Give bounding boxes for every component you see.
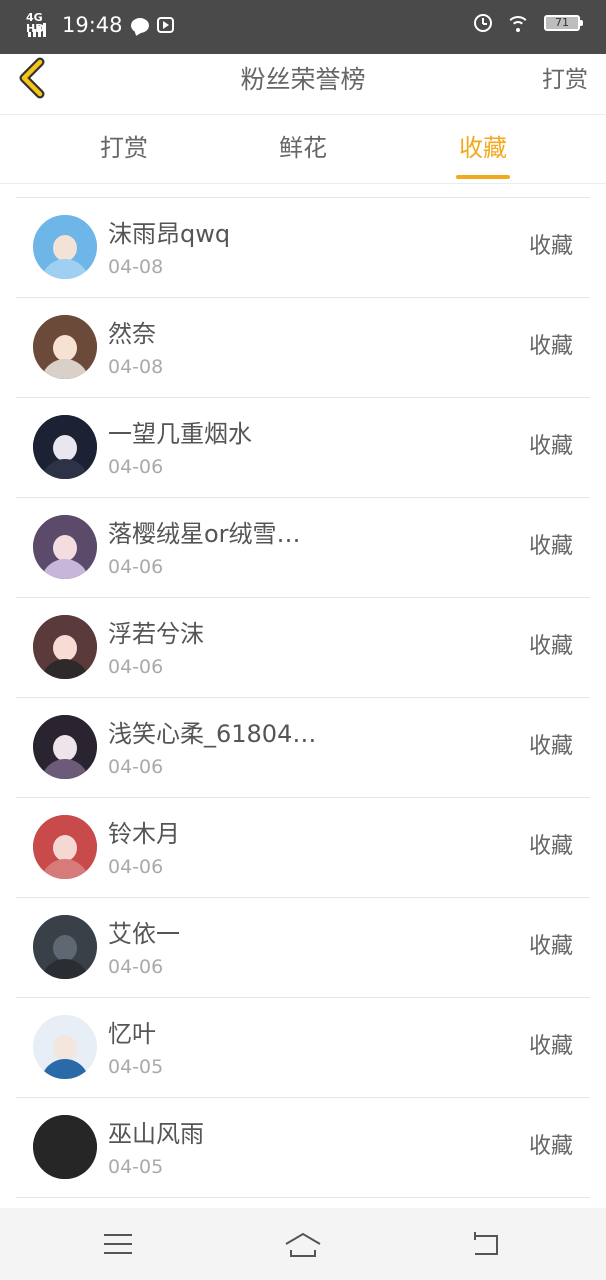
video-app-icon xyxy=(156,17,174,33)
fan-name: 一望几重烟水 xyxy=(108,420,252,448)
fan-date: 04-05 xyxy=(108,1156,164,1178)
fan-date: 04-06 xyxy=(108,556,164,578)
fan-date: 04-05 xyxy=(108,1056,164,1078)
fan-row[interactable]: 沫雨昂qwq 04-08 收藏 xyxy=(16,198,590,298)
avatar[interactable] xyxy=(33,415,97,479)
fan-action-label: 收藏 xyxy=(528,234,573,259)
fan-list: 沫雨昂qwq 04-08 收藏 然奈 04-08 收藏 一望几重烟水 04-06 收藏 落樱绒星o… xyxy=(16,197,590,1198)
avatar[interactable] xyxy=(33,715,97,779)
menu-icon[interactable] xyxy=(98,1230,138,1258)
fan-row[interactable]: 落樱绒星or绒雪… 04-06 收藏 xyxy=(16,498,590,598)
fan-name: 浮若兮沫 xyxy=(108,620,204,648)
status-bar: 4G HD 19:48 71 xyxy=(0,0,606,54)
fan-action-label: 收藏 xyxy=(528,334,573,359)
status-left: 4G HD 19:48 xyxy=(26,12,174,38)
fan-action-label: 收藏 xyxy=(528,834,573,859)
fan-row[interactable]: 一望几重烟水 04-06 收藏 xyxy=(16,398,590,498)
battery-icon: 71 xyxy=(544,15,583,31)
fan-date: 04-06 xyxy=(108,656,164,678)
avatar[interactable] xyxy=(33,915,97,979)
fan-name: 铃木月 xyxy=(108,820,180,848)
active-tab-indicator xyxy=(456,175,510,179)
status-right: 71 xyxy=(474,14,583,32)
reward-button[interactable]: 打赏 xyxy=(542,64,588,96)
fan-row[interactable]: 浅笑心柔_61804… 04-06 收藏 xyxy=(16,698,590,798)
fan-action-label: 收藏 xyxy=(528,534,573,559)
back-nav-icon[interactable] xyxy=(467,1230,507,1258)
avatar[interactable] xyxy=(33,515,97,579)
battery-level: 71 xyxy=(555,16,569,29)
fan-date: 04-08 xyxy=(108,256,164,278)
tab-flowers[interactable]: 鲜花 xyxy=(253,133,353,163)
fan-name: 艾依一 xyxy=(108,920,180,948)
tab-bar: 打赏 鲜花 收藏 xyxy=(0,114,606,184)
fan-name: 浅笑心柔_61804… xyxy=(108,720,317,748)
fan-name: 忆叶 xyxy=(108,1020,156,1048)
fan-date: 04-06 xyxy=(108,456,164,478)
fan-name: 沫雨昂qwq xyxy=(108,220,231,248)
system-nav-bar xyxy=(0,1208,606,1280)
fan-date: 04-08 xyxy=(108,356,164,378)
avatar[interactable] xyxy=(33,215,97,279)
fan-row[interactable]: 艾依一 04-06 收藏 xyxy=(16,898,590,998)
fan-row[interactable]: 浮若兮沫 04-06 收藏 xyxy=(16,598,590,698)
avatar[interactable] xyxy=(33,315,97,379)
page-title: 粉丝荣誉榜 xyxy=(240,65,366,94)
avatar[interactable] xyxy=(33,815,97,879)
status-time: 19:48 xyxy=(62,13,123,37)
message-icon xyxy=(130,17,149,33)
fan-action-label: 收藏 xyxy=(528,434,573,459)
fan-name: 然奈 xyxy=(108,320,156,348)
fan-action-label: 收藏 xyxy=(528,1034,573,1059)
tab-favorites[interactable]: 收藏 xyxy=(433,133,533,163)
alarm-icon xyxy=(474,14,492,32)
app-header: 粉丝荣誉榜 打赏 xyxy=(0,54,606,114)
fan-action-label: 收藏 xyxy=(528,734,573,759)
fan-row[interactable]: 忆叶 04-05 收藏 xyxy=(16,998,590,1098)
fan-row[interactable]: 铃木月 04-06 收藏 xyxy=(16,798,590,898)
fan-action-label: 收藏 xyxy=(528,1134,573,1159)
fan-action-label: 收藏 xyxy=(528,634,573,659)
signal-icon: 4G HD xyxy=(26,12,54,38)
fan-date: 04-06 xyxy=(108,756,164,778)
fan-name: 落樱绒星or绒雪… xyxy=(108,520,301,548)
avatar[interactable] xyxy=(33,1115,97,1179)
avatar[interactable] xyxy=(33,1015,97,1079)
fan-date: 04-06 xyxy=(108,956,164,978)
tab-reward[interactable]: 打赏 xyxy=(74,133,174,163)
avatar[interactable] xyxy=(33,615,97,679)
fan-row[interactable]: 巫山风雨 04-05 收藏 xyxy=(16,1098,590,1198)
fan-row[interactable]: 然奈 04-08 收藏 xyxy=(16,298,590,398)
fan-name: 巫山风雨 xyxy=(108,1120,204,1148)
wifi-icon xyxy=(506,14,530,32)
fan-action-label: 收藏 xyxy=(528,934,573,959)
fan-date: 04-06 xyxy=(108,856,164,878)
home-icon[interactable] xyxy=(283,1230,323,1258)
